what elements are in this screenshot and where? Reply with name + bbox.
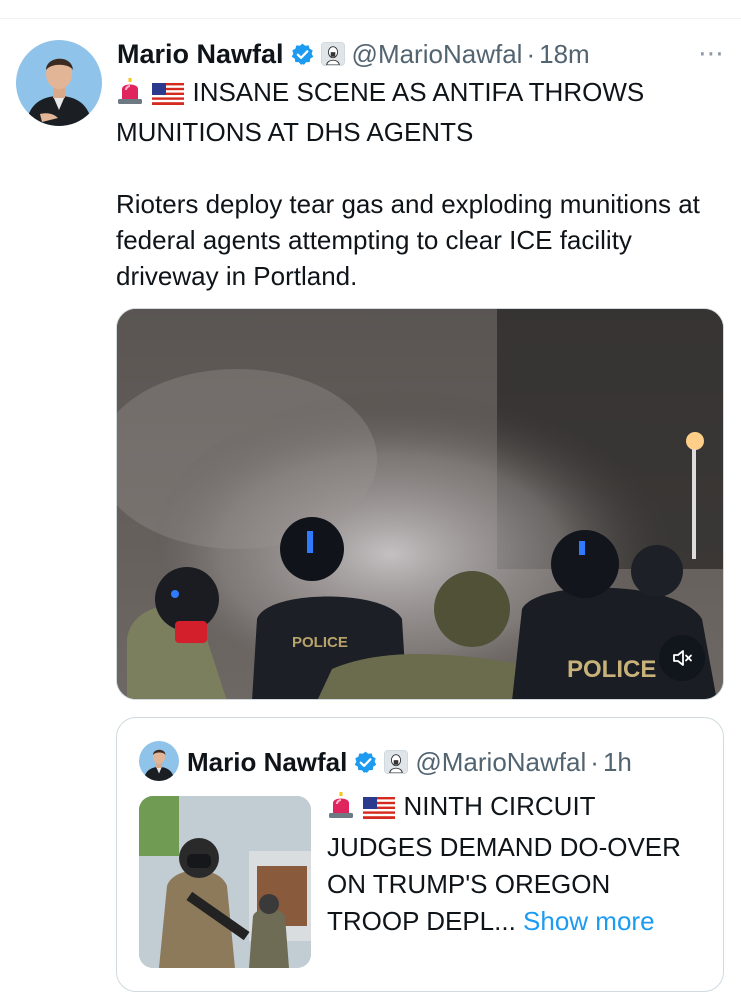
tweet-headline: INSANE SCENE AS ANTIFA THROWS MUNITIONS …: [116, 77, 645, 147]
show-more-link[interactable]: Show more: [523, 906, 655, 936]
quoted-tweet[interactable]: Mario Nawfal @MarioNawfal · 1h NINTH CIR…: [116, 717, 724, 992]
author-display-name[interactable]: Mario Nawfal: [117, 39, 284, 70]
tweet-text: INSANE SCENE AS ANTIFA THROWS MUNITIONS …: [116, 74, 728, 294]
tweet-headline-line: INSANE SCENE AS ANTIFA THROWS MUNITIONS …: [116, 74, 728, 150]
tweet-timestamp[interactable]: 18m: [539, 39, 590, 70]
video-frame: POLICE POLICE: [117, 309, 723, 699]
quoted-siren-emoji-icon: [327, 791, 355, 829]
verified-badge-icon: [290, 42, 315, 67]
quoted-tweet-thumbnail[interactable]: [139, 796, 311, 968]
affiliation-badge-icon[interactable]: [320, 42, 345, 66]
police-label-left: POLICE: [292, 634, 348, 651]
tweet-body: Rioters deploy tear gas and exploding mu…: [116, 189, 700, 291]
quoted-us-flag-emoji-icon: [362, 792, 396, 829]
tweet-header: Mario Nawfal @MarioNawfal · 18m ⋯: [117, 36, 725, 72]
us-flag-emoji-icon: [151, 78, 185, 114]
quoted-tweet-text: NINTH CIRCUIT JUDGES DEMAND DO-OVER ON T…: [327, 788, 707, 940]
siren-emoji-icon: [116, 77, 144, 114]
speaker-muted-icon: [673, 650, 692, 666]
quoted-separator-dot: ·: [590, 746, 599, 777]
quoted-verified-badge-icon: [353, 750, 378, 775]
quoted-tweet-header: Mario Nawfal @MarioNawfal · 1h: [187, 742, 632, 782]
quoted-author-avatar[interactable]: [139, 741, 179, 781]
author-handle[interactable]: @MarioNawfal: [352, 39, 523, 70]
avatar-image: [16, 40, 102, 126]
quoted-author-display-name[interactable]: Mario Nawfal: [187, 747, 347, 778]
quoted-tweet-timestamp[interactable]: 1h: [603, 747, 632, 778]
tweet-video[interactable]: POLICE POLICE: [116, 308, 724, 700]
police-label-right: POLICE: [567, 656, 656, 683]
mute-button[interactable]: [659, 635, 705, 681]
quoted-author-handle[interactable]: @MarioNawfal: [415, 747, 586, 778]
author-avatar[interactable]: [16, 40, 102, 126]
quoted-avatar-image: [139, 741, 179, 781]
separator-dot: ·: [526, 38, 536, 69]
quoted-affiliation-badge-icon[interactable]: [384, 750, 409, 774]
more-options-icon[interactable]: ⋯: [698, 38, 725, 69]
thumbnail-image: [139, 796, 311, 968]
top-divider: [0, 18, 741, 19]
